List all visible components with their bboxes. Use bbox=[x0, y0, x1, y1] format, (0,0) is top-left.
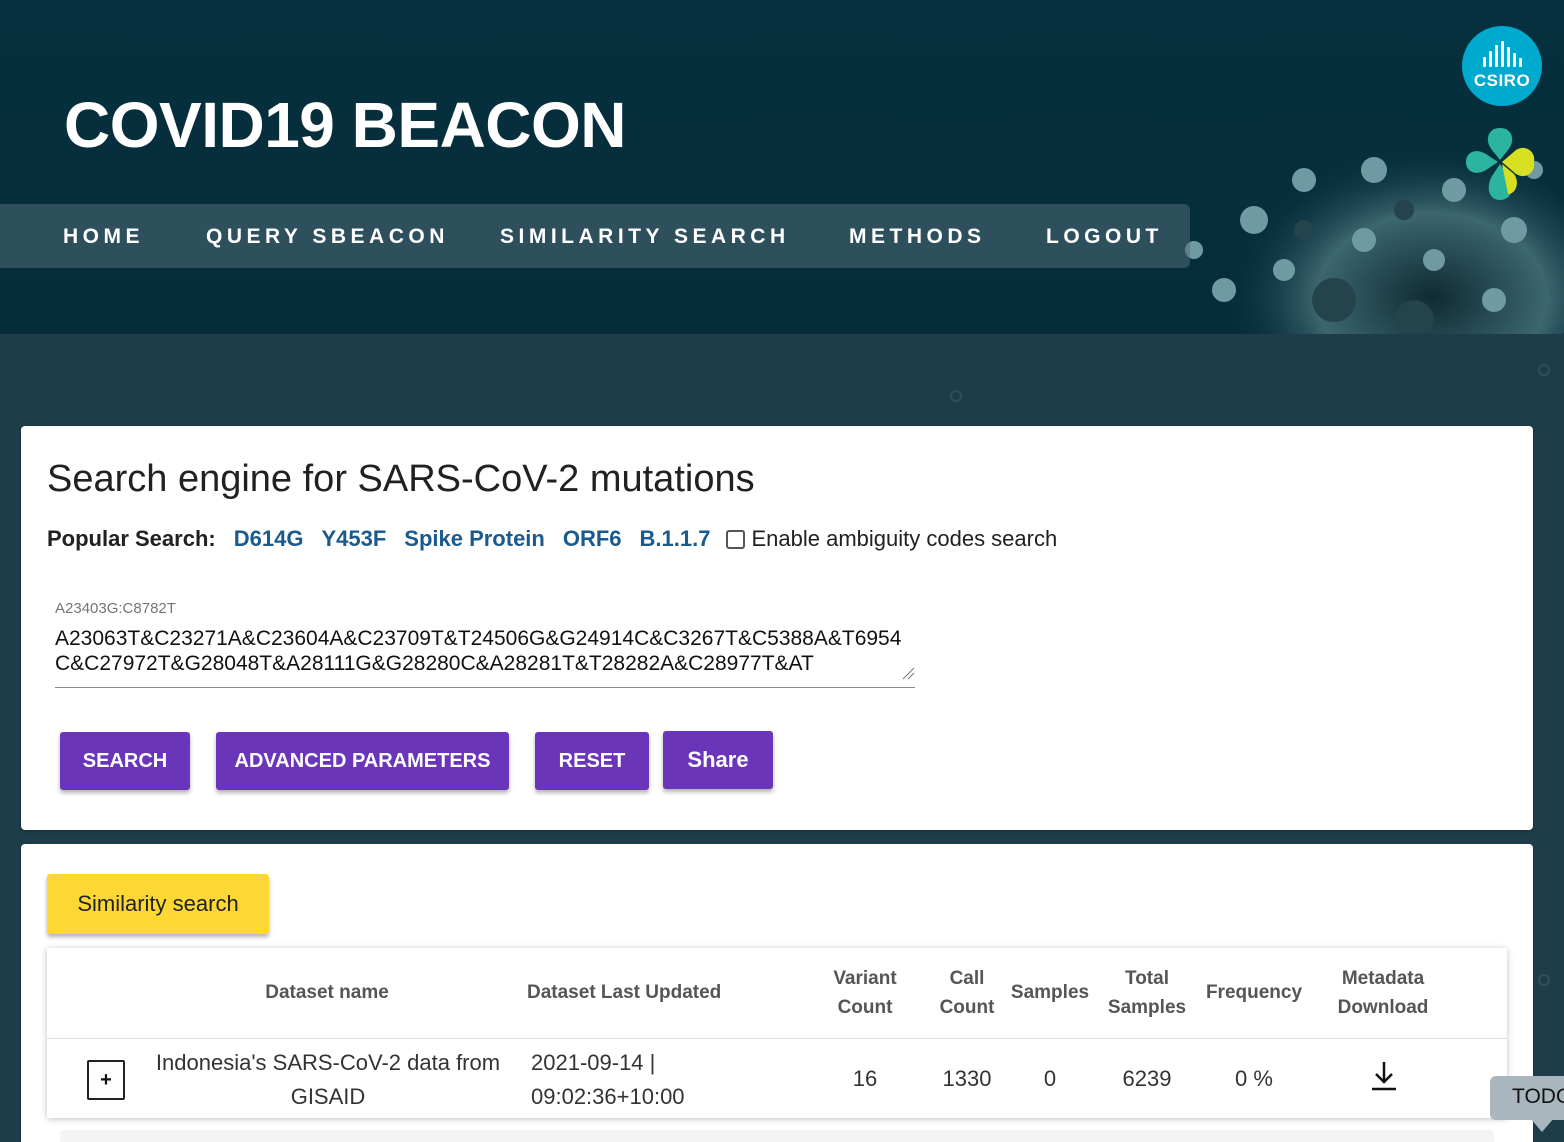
popular-link-spike-protein[interactable]: Spike Protein bbox=[404, 526, 545, 552]
results-table: Dataset name Dataset Last Updated Varian… bbox=[47, 948, 1507, 1118]
popular-link-orf6[interactable]: ORF6 bbox=[563, 526, 622, 552]
search-card-title: Search engine for SARS-CoV-2 mutations bbox=[47, 458, 755, 500]
app-title: COVID19 BEACON bbox=[64, 89, 627, 161]
header-divider bbox=[47, 1038, 1507, 1039]
nav-logout[interactable]: LOGOUT bbox=[1046, 225, 1163, 249]
reset-button[interactable]: RESET bbox=[535, 732, 649, 790]
cell-call-count: 1330 bbox=[942, 1066, 992, 1091]
nav-home[interactable]: HOME bbox=[63, 225, 144, 249]
ambiguity-checkbox-label[interactable]: Enable ambiguity codes search bbox=[751, 526, 1057, 552]
col-header-metadata-line2: Download bbox=[1337, 997, 1429, 1018]
ambiguity-checkbox[interactable] bbox=[726, 529, 746, 549]
col-header-total-samples-line1: Total bbox=[1125, 968, 1169, 989]
cell-dataset-name-line1: Indonesia's SARS-CoV-2 data from bbox=[155, 1050, 501, 1075]
popular-link-d614g[interactable]: D614G bbox=[234, 526, 304, 552]
decorative-dot bbox=[1538, 974, 1550, 986]
col-header-frequency[interactable]: Frequency bbox=[1197, 978, 1311, 1007]
cell-last-updated-line2: 09:02:36+10:00 bbox=[531, 1084, 685, 1109]
cell-frequency: 0 % bbox=[1235, 1066, 1273, 1091]
col-header-metadata-line1: Metadata bbox=[1341, 968, 1425, 989]
share-button[interactable]: Share bbox=[663, 731, 773, 789]
next-panel-edge bbox=[60, 1130, 1494, 1142]
cell-last-updated-line1: 2021-09-14 | bbox=[531, 1050, 656, 1075]
cell-dataset-name: Indonesia's SARS-CoV-2 data from GISAID bbox=[147, 1046, 509, 1114]
cell-total-samples: 6239 bbox=[1122, 1066, 1172, 1091]
partner-flower-logo bbox=[1466, 128, 1535, 200]
search-button[interactable]: SEARCH bbox=[60, 732, 190, 790]
expand-row-button[interactable]: + bbox=[87, 1060, 125, 1100]
main-navbar: HOME QUERY SBEACON SIMILARITY SEARCH MET… bbox=[0, 204, 1190, 268]
results-card: Similarity search Dataset name Dataset L… bbox=[21, 844, 1533, 1142]
cell-samples: 0 bbox=[1043, 1066, 1057, 1091]
csiro-bars-icon bbox=[1482, 41, 1522, 67]
col-header-total-samples-line2: Samples bbox=[1107, 997, 1187, 1018]
nav-query-sbeacon[interactable]: QUERY SBEACON bbox=[206, 225, 449, 249]
query-field-label: A23403G:C8782T bbox=[55, 600, 176, 617]
query-textarea[interactable]: A23063T&C23271A&C23604A&C23709T&T24506G&… bbox=[55, 626, 915, 688]
nav-methods[interactable]: METHODS bbox=[849, 225, 986, 249]
col-header-call-count[interactable]: Call Count bbox=[927, 964, 1007, 1022]
decorative-dot bbox=[950, 390, 962, 402]
todo-tab-arrow-icon bbox=[1530, 1118, 1554, 1132]
cell-variant-count: 16 bbox=[852, 1066, 878, 1091]
nav-similarity-search[interactable]: SIMILARITY SEARCH bbox=[500, 225, 790, 249]
decorative-dot bbox=[1538, 364, 1550, 376]
col-header-samples[interactable]: Samples bbox=[1005, 978, 1095, 1007]
col-header-call-count-line2: Count bbox=[939, 997, 995, 1018]
csiro-logo-text: CSIRO bbox=[1473, 71, 1531, 90]
site-header: COVID19 BEACON CSIRO HOME QUERY SBEACON … bbox=[0, 0, 1564, 334]
popular-link-b117[interactable]: B.1.1.7 bbox=[640, 526, 711, 552]
col-header-variant-count-line2: Count bbox=[837, 997, 893, 1018]
col-header-dataset-name[interactable]: Dataset name bbox=[167, 978, 487, 1007]
col-header-total-samples[interactable]: Total Samples bbox=[1097, 964, 1197, 1022]
todo-tab[interactable]: TODO bbox=[1490, 1076, 1564, 1120]
col-header-variant-count-line1: Variant bbox=[833, 968, 897, 989]
csiro-logo: CSIRO bbox=[1462, 26, 1542, 106]
popular-search-row: Popular Search: D614G Y453F Spike Protei… bbox=[47, 526, 1057, 552]
col-header-call-count-line1: Call bbox=[949, 968, 985, 989]
similarity-search-button[interactable]: Similarity search bbox=[47, 874, 269, 934]
popular-search-label: Popular Search: bbox=[47, 526, 216, 551]
cell-last-updated: 2021-09-14 | 09:02:36+10:00 bbox=[531, 1046, 731, 1114]
resize-handle-icon[interactable] bbox=[901, 666, 915, 680]
popular-link-y453f[interactable]: Y453F bbox=[321, 526, 386, 552]
advanced-parameters-button[interactable]: ADVANCED PARAMETERS bbox=[216, 732, 509, 790]
col-header-metadata-download: Metadata Download bbox=[1323, 964, 1443, 1022]
cell-dataset-name-line2: GISAID bbox=[290, 1084, 366, 1109]
col-header-last-updated[interactable]: Dataset Last Updated bbox=[527, 978, 727, 1007]
search-card: Search engine for SARS-CoV-2 mutations P… bbox=[21, 426, 1533, 830]
download-icon[interactable] bbox=[1369, 1060, 1399, 1092]
col-header-variant-count[interactable]: Variant Count bbox=[815, 964, 915, 1022]
